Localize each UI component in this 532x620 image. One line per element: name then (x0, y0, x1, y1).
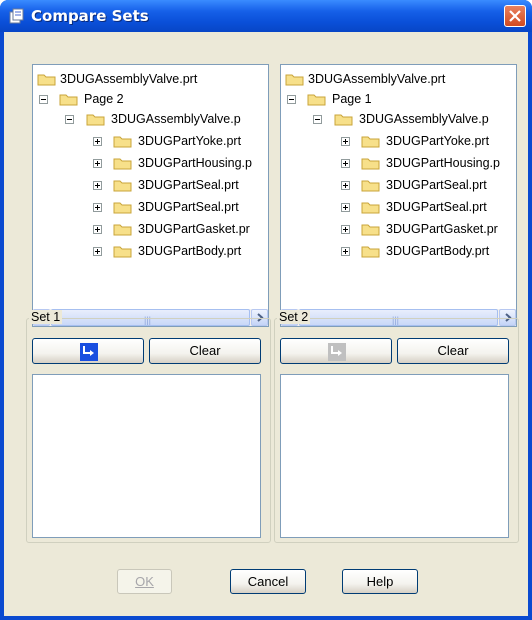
cancel-label: Cancel (247, 574, 289, 589)
folder-icon (86, 114, 105, 126)
folder-icon (307, 94, 326, 106)
help-label: Help (366, 574, 394, 589)
tree-node-label: 3DUGPartGasket.pr (138, 222, 250, 236)
add-to-set2-button[interactable] (280, 338, 392, 364)
folder-icon (113, 180, 132, 192)
expand-icon[interactable] (93, 181, 102, 190)
tree-node-label: 3DUGPartBody.prt (138, 244, 242, 258)
expand-icon[interactable] (93, 203, 102, 212)
folder-icon (285, 74, 304, 86)
tree-node-label: 3DUGAssemblyValve.p (111, 112, 241, 126)
folder-icon (361, 158, 380, 170)
tree-node-label: Page 1 (332, 92, 372, 106)
tree-node-label: 3DUGPartSeal.prt (386, 178, 487, 192)
add-to-set-icon (80, 343, 98, 361)
tree-node-label: 3DUGPartSeal.prt (386, 200, 487, 214)
set2-label: Set 2 (277, 310, 311, 324)
window-title: Compare Sets (31, 7, 149, 25)
tree-node-label: 3DUGAssemblyValve.prt (308, 72, 446, 86)
compare-sets-window: Compare Sets 3DUGAssemblyValve.prt Page … (0, 0, 532, 620)
tree-node-label: 3DUGPartYoke.prt (138, 134, 242, 148)
add-to-set1-button[interactable] (32, 338, 144, 364)
right-tree-view[interactable]: 3DUGAssemblyValve.prt Page 1 3DUGAssembl… (280, 64, 517, 327)
tree-node-label: Page 2 (84, 92, 124, 106)
left-tree-view[interactable]: 3DUGAssemblyValve.prt Page 2 3DUGAssembl… (32, 64, 269, 327)
expand-icon[interactable] (93, 247, 102, 256)
ok-label: OK (135, 574, 154, 589)
folder-icon (37, 74, 56, 86)
ok-button[interactable]: OK (117, 569, 172, 594)
expand-icon[interactable] (341, 225, 350, 234)
folder-icon (59, 94, 78, 106)
collapse-icon[interactable] (313, 115, 322, 124)
expand-icon[interactable] (93, 159, 102, 168)
expand-icon[interactable] (341, 181, 350, 190)
app-icon (9, 8, 24, 24)
tree-node-label: 3DUGAssemblyValve.p (359, 112, 489, 126)
title-bar[interactable]: Compare Sets (0, 0, 532, 32)
expand-icon[interactable] (341, 159, 350, 168)
expand-icon[interactable] (341, 247, 350, 256)
folder-icon (113, 246, 132, 258)
folder-icon (361, 202, 380, 214)
tree-node-label: 3DUGPartHousing.p (138, 156, 252, 170)
tree-node-label: 3DUGPartYoke.prt (386, 134, 490, 148)
clear-set2-button[interactable]: Clear (397, 338, 509, 364)
tree-node-label: 3DUGPartSeal.prt (138, 200, 239, 214)
clear-label: Clear (189, 343, 221, 358)
folder-icon (113, 158, 132, 170)
help-button[interactable]: Help (342, 569, 418, 594)
dialog-client: 3DUGAssemblyValve.prt Page 2 3DUGAssembl… (4, 32, 528, 616)
close-icon (509, 10, 521, 22)
set2-group: Set 2 Clear (274, 310, 519, 543)
set2-list[interactable] (280, 374, 509, 538)
folder-icon (361, 246, 380, 258)
tree-node-label: 3DUGPartGasket.pr (386, 222, 498, 236)
add-to-set-icon (328, 343, 346, 361)
tree-node-label: 3DUGPartHousing.p (386, 156, 500, 170)
clear-set1-button[interactable]: Clear (149, 338, 261, 364)
tree-node-label: 3DUGPartSeal.prt (138, 178, 239, 192)
folder-icon (361, 136, 380, 148)
folder-icon (334, 114, 353, 126)
collapse-icon[interactable] (39, 95, 48, 104)
folder-icon (361, 180, 380, 192)
collapse-icon[interactable] (287, 95, 296, 104)
set1-label: Set 1 (29, 310, 63, 324)
expand-icon[interactable] (93, 225, 102, 234)
set1-list[interactable] (32, 374, 261, 538)
tree-node-label: 3DUGPartBody.prt (386, 244, 490, 258)
folder-icon (113, 202, 132, 214)
clear-label: Clear (437, 343, 469, 358)
expand-icon[interactable] (341, 203, 350, 212)
close-button[interactable] (504, 5, 526, 27)
folder-icon (361, 224, 380, 236)
tree-node-label: 3DUGAssemblyValve.prt (60, 72, 198, 86)
folder-icon (113, 224, 132, 236)
set1-group: Set 1 Clear (26, 310, 271, 543)
cancel-button[interactable]: Cancel (230, 569, 306, 594)
expand-icon[interactable] (341, 137, 350, 146)
expand-icon[interactable] (93, 137, 102, 146)
collapse-icon[interactable] (65, 115, 74, 124)
folder-icon (113, 136, 132, 148)
